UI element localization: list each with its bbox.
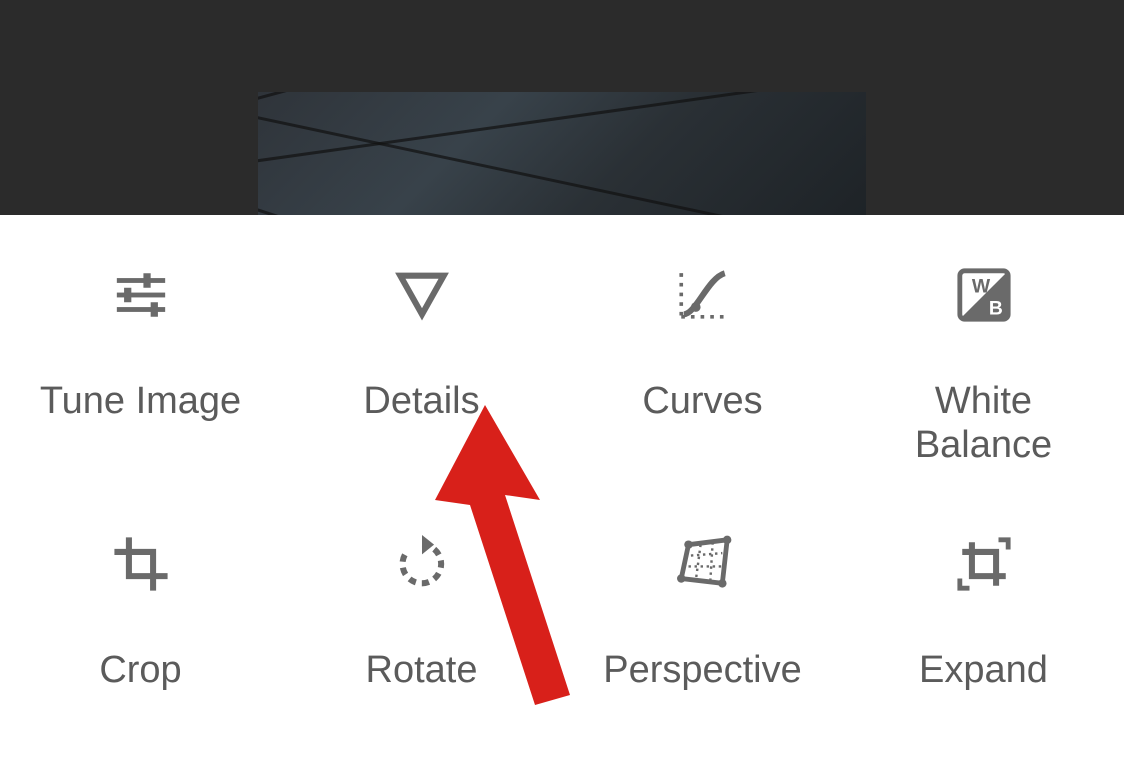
tool-crop[interactable]: Crop [0,509,281,778]
tool-label: Details [363,380,479,424]
tool-label: Curves [642,380,762,424]
details-icon [393,250,451,340]
curves-icon [674,250,732,340]
rotate-icon [393,519,451,609]
tool-label: Tune Image [40,380,241,424]
tool-perspective[interactable]: Perspective [562,509,843,778]
tool-white-balance[interactable]: W B White Balance [843,240,1124,509]
tool-details[interactable]: Details [281,240,562,509]
tools-panel: Tune Image Details [0,215,1124,778]
crop-icon [112,519,170,609]
svg-text:B: B [988,298,1002,319]
white-balance-icon: W B [955,250,1013,340]
tool-label: Rotate [366,649,478,693]
tool-label: Expand [919,649,1048,693]
tune-icon [112,250,170,340]
tool-expand[interactable]: Expand [843,509,1124,778]
tool-rotate[interactable]: Rotate [281,509,562,778]
tool-curves[interactable]: Curves [562,240,843,509]
tool-label: Perspective [603,649,802,693]
tool-label: White Balance [915,380,1052,467]
tool-tune-image[interactable]: Tune Image [0,240,281,509]
expand-icon [955,519,1013,609]
photo-preview [258,92,866,215]
photo-preview-area [0,0,1124,215]
svg-text:W: W [971,277,990,298]
tool-label: Crop [99,649,181,693]
perspective-icon [674,519,732,609]
